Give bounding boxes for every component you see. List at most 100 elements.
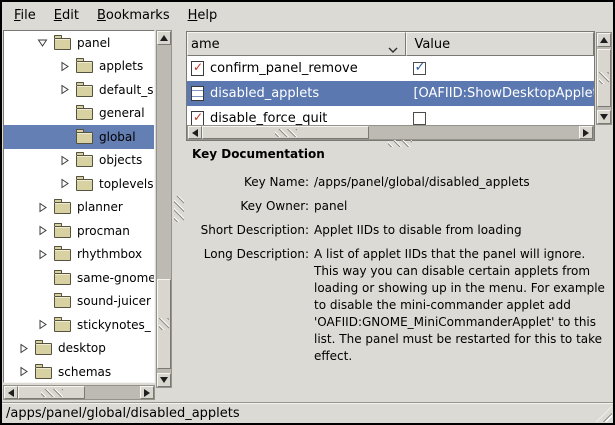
tree-item-general[interactable]: general	[4, 102, 154, 126]
expander-closed-icon[interactable]	[18, 342, 35, 354]
menu-help[interactable]: Help	[179, 5, 227, 26]
key-table: ame Value confirm_panel_remove di	[186, 31, 595, 141]
menu-file[interactable]: File	[5, 5, 45, 26]
expander-closed-icon[interactable]	[59, 154, 76, 166]
expander-closed-icon[interactable]	[18, 366, 35, 378]
tree-item-label: planner	[77, 200, 123, 214]
thumb-grip	[159, 318, 169, 330]
arrow-right-icon	[144, 389, 150, 397]
tree-item-label: default_se	[99, 83, 155, 97]
scroll-left-button[interactable]	[188, 126, 202, 139]
table-row-confirm-panel-remove[interactable]: confirm_panel_remove	[187, 56, 594, 81]
menu-bookmarks[interactable]: Bookmarks	[88, 5, 179, 26]
docs-pane-title: Key Documentation	[192, 147, 325, 161]
expander-closed-icon[interactable]	[37, 319, 54, 331]
expander-closed-icon[interactable]	[37, 248, 54, 260]
table-vertical-scrollbar[interactable]	[596, 32, 612, 125]
tree-item-label: stickynotes_	[77, 318, 151, 332]
scroll-up-button[interactable]	[157, 31, 171, 45]
expander-open-icon[interactable]	[37, 37, 54, 49]
thumb-grip	[275, 129, 297, 137]
tree-item-schemas[interactable]: schemas	[4, 360, 154, 383]
scrollbar-thumb[interactable]	[597, 49, 611, 107]
tree-item-label: rhythmbox	[77, 247, 142, 261]
field-value: /apps/panel/global/disabled_applets	[314, 174, 607, 191]
tree-horizontal-scrollbar[interactable]	[3, 385, 155, 400]
tree-item-planner[interactable]: planner	[4, 196, 154, 220]
doc-field-key-owner: Key Owner: panel	[187, 198, 612, 215]
tree-item-panel[interactable]: panel	[4, 31, 154, 55]
scroll-right-button[interactable]	[140, 386, 154, 399]
expander-closed-icon[interactable]	[59, 60, 76, 72]
menu-bar: File Edit Bookmarks Help	[2, 2, 613, 28]
sort-indicator-icon	[388, 42, 398, 57]
status-bar: /apps/panel/global/disabled_applets	[2, 402, 613, 423]
folder-icon	[54, 38, 71, 50]
doc-field-short-description: Short Description: Applet IIDs to disabl…	[187, 222, 612, 239]
tree-item-global[interactable]: global	[4, 125, 154, 149]
list-key-icon	[191, 86, 204, 101]
scroll-left-button[interactable]	[4, 386, 18, 399]
tree-item-rhythmbox[interactable]: rhythmbox	[4, 243, 154, 267]
table-row-disable-force-quit[interactable]: disable_force_quit	[187, 106, 594, 125]
tree-item-label: applets	[99, 59, 143, 73]
scroll-up-button[interactable]	[597, 33, 611, 47]
tree-item-label: schemas	[58, 365, 111, 379]
folder-icon	[76, 108, 93, 120]
value-checkbox[interactable]	[413, 112, 426, 125]
value-checkbox[interactable]	[413, 62, 426, 75]
scroll-right-button[interactable]	[579, 126, 593, 139]
tree-item-default-se[interactable]: default_se	[4, 78, 154, 102]
scroll-down-button[interactable]	[597, 110, 611, 124]
scrollbar-thumb[interactable]	[18, 386, 85, 399]
folder-icon	[35, 367, 52, 379]
scrollbar-thumb[interactable]	[202, 126, 369, 139]
scrollbar-thumb[interactable]	[157, 279, 171, 369]
menu-edit[interactable]: Edit	[45, 5, 88, 26]
pane-splitter-horizontal[interactable]	[388, 140, 412, 147]
boolean-key-icon	[191, 61, 204, 76]
tree-item-sound-juicer[interactable]: sound-juicer	[4, 290, 154, 314]
field-label: Long Description:	[187, 246, 309, 365]
arrow-up-icon	[600, 37, 608, 43]
folder-icon	[76, 132, 93, 144]
column-header-name[interactable]: ame	[187, 32, 406, 56]
tree-item-label: panel	[77, 36, 110, 50]
pane-splitter-vertical[interactable]	[173, 28, 185, 403]
folder-icon	[54, 320, 71, 332]
folder-icon	[76, 85, 93, 97]
expander-closed-icon[interactable]	[59, 178, 76, 190]
doc-field-long-description: Long Description: A list of applet IIDs …	[187, 246, 612, 365]
table-horizontal-scrollbar[interactable]	[187, 125, 594, 140]
table-header: ame Value	[187, 32, 594, 56]
tree-item-label: same-gnome	[77, 271, 155, 285]
tree-item-objects[interactable]: objects	[4, 149, 154, 173]
tree-item-toplevels[interactable]: toplevels	[4, 172, 154, 196]
arrow-down-icon	[160, 377, 168, 383]
scroll-down-button[interactable]	[157, 373, 171, 387]
expander-closed-icon[interactable]	[59, 84, 76, 96]
expander-closed-icon[interactable]	[37, 201, 54, 213]
arrow-right-icon	[583, 129, 589, 137]
tree-item-applets[interactable]: applets	[4, 55, 154, 79]
folder-icon	[54, 226, 71, 238]
field-value: panel	[314, 198, 607, 215]
table-row-disabled-applets[interactable]: disabled_applets [OAFIID:ShowDesktopAppl…	[187, 81, 594, 106]
key-name-label: disabled_applets	[210, 86, 319, 101]
arrow-left-icon	[192, 129, 198, 137]
boolean-key-icon	[191, 111, 204, 125]
tree-item-label: toplevels	[99, 177, 153, 191]
column-header-value[interactable]: Value	[406, 32, 594, 56]
tree-item-same-gnome[interactable]: same-gnome	[4, 266, 154, 290]
status-key-path: /apps/panel/global/disabled_applets	[6, 406, 240, 421]
tree-item-procman[interactable]: procman	[4, 219, 154, 243]
tree-vertical-scrollbar[interactable]	[156, 30, 172, 388]
expander-closed-icon[interactable]	[37, 225, 54, 237]
arrow-up-icon	[160, 35, 168, 41]
folder-icon	[76, 155, 93, 167]
window-resize-grip[interactable]	[596, 406, 612, 422]
tree-item-label: objects	[99, 153, 142, 167]
tree-item-label: general	[99, 106, 145, 120]
tree-item-stickynotes[interactable]: stickynotes_	[4, 313, 154, 337]
tree-item-desktop[interactable]: desktop	[4, 337, 154, 361]
